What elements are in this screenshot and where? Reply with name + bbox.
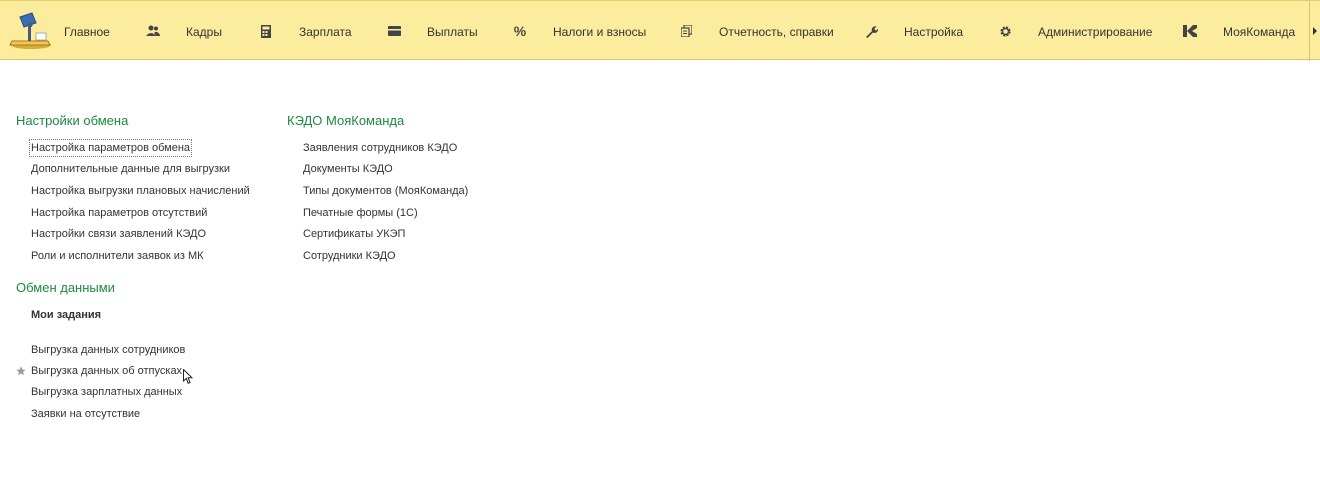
cmd-extra-export-data[interactable]: Дополнительные данные для выгрузки — [31, 162, 230, 176]
group-title-data-exchange: Обмен данными — [16, 280, 115, 295]
subhead-my-tasks: Мои задания — [31, 309, 102, 321]
percent-icon: % — [513, 23, 527, 39]
wrench-icon — [863, 23, 879, 39]
nav-main-label[interactable]: Главное — [64, 25, 110, 39]
cmd-kedo-links[interactable]: Настройки связи заявлений КЭДО — [31, 227, 206, 241]
cmd-document-types[interactable]: Типы документов (МояКоманда) — [303, 184, 468, 198]
nav-reports-label[interactable]: Отчетность, справки — [719, 25, 834, 39]
cmd-roles-executors[interactable]: Роли и исполнители заявок из МК — [31, 249, 204, 263]
gear-icon — [997, 23, 1013, 39]
cmd-export-vacations[interactable]: Выгрузка данных об отпусках — [31, 364, 182, 378]
nav-settings-label[interactable]: Настройка — [904, 25, 963, 39]
nav-taxes-label[interactable]: Налоги и взносы — [553, 25, 646, 39]
favorite-star-icon[interactable] — [16, 366, 26, 376]
nav-moyakomanda-label[interactable]: МояКоманда — [1223, 25, 1295, 39]
nav-admin-label[interactable]: Администрирование — [1038, 25, 1152, 39]
nav-salary-label[interactable]: Зарплата — [299, 25, 352, 39]
chevron-right-icon — [1313, 27, 1317, 35]
cmd-export-payroll[interactable]: Выгрузка зарплатных данных — [31, 385, 182, 399]
documents-icon — [678, 23, 694, 39]
group-title-exchange-settings: Настройки обмена — [16, 113, 129, 128]
cmd-planned-accruals-export[interactable]: Настройка выгрузки плановых начислений — [31, 184, 250, 198]
lamp-logo-icon[interactable] — [8, 11, 54, 51]
cmd-exchange-params[interactable]: Настройка параметров обмена — [28, 139, 193, 157]
nav-staff-label[interactable]: Кадры — [186, 25, 222, 39]
mouse-cursor-icon — [183, 369, 193, 384]
cmd-absence-params[interactable]: Настройка параметров отсутствий — [31, 206, 207, 220]
moyakomanda-icon — [1182, 23, 1198, 39]
cmd-ukep-certificates[interactable]: Сертификаты УКЭП — [303, 227, 405, 241]
sections-panel: Главное Кадры Зарплата Выплаты % Налоги … — [0, 0, 1320, 61]
people-icon — [145, 23, 161, 39]
nav-payments-label[interactable]: Выплаты — [427, 25, 478, 39]
nav-scroll-right-button[interactable] — [1309, 1, 1320, 61]
calculator-icon — [258, 23, 274, 39]
cmd-absence-requests[interactable]: Заявки на отсутствие — [31, 407, 140, 421]
cmd-print-forms[interactable]: Печатные формы (1С) — [303, 206, 418, 220]
cmd-export-employees[interactable]: Выгрузка данных сотрудников — [31, 343, 185, 357]
cmd-kedo-applications[interactable]: Заявления сотрудников КЭДО — [303, 141, 457, 155]
group-title-kedo: КЭДО МояКоманда — [287, 113, 405, 128]
cmd-kedo-documents[interactable]: Документы КЭДО — [303, 162, 393, 176]
wallet-icon — [386, 23, 402, 39]
cmd-kedo-employees[interactable]: Сотрудники КЭДО — [303, 249, 396, 263]
